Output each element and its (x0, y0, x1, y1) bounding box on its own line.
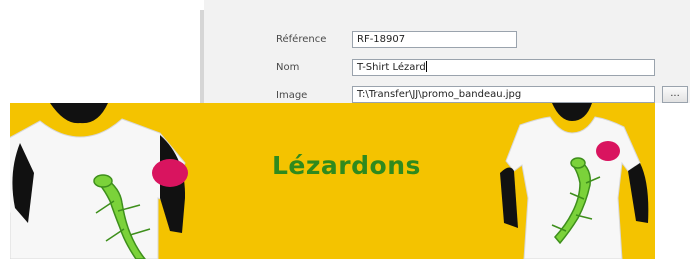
reference-field[interactable]: RF-18907 (352, 31, 517, 48)
banner-headline: Lézardons (272, 151, 421, 180)
left-pane (0, 0, 200, 103)
nom-field[interactable]: T-Shirt Lézard (352, 59, 655, 76)
browse-button[interactable]: ... (662, 86, 688, 103)
nom-field-text: T-Shirt Lézard (357, 62, 426, 73)
image-label: Image (276, 90, 308, 101)
tshirt-mannequin-right (500, 103, 649, 259)
banner-right-margin (655, 103, 690, 259)
reference-label: Référence (276, 34, 327, 45)
product-form: Référence RF-18907 Nom T-Shirt Lézard Im… (204, 0, 690, 103)
image-path-field[interactable]: T:\Transfer\JJ\promo_bandeau.jpg (352, 86, 655, 103)
tshirt-mannequin-left (10, 103, 188, 259)
text-caret (425, 61, 427, 72)
nom-label: Nom (276, 62, 300, 73)
promo-banner-image: Lézardons (10, 103, 655, 259)
